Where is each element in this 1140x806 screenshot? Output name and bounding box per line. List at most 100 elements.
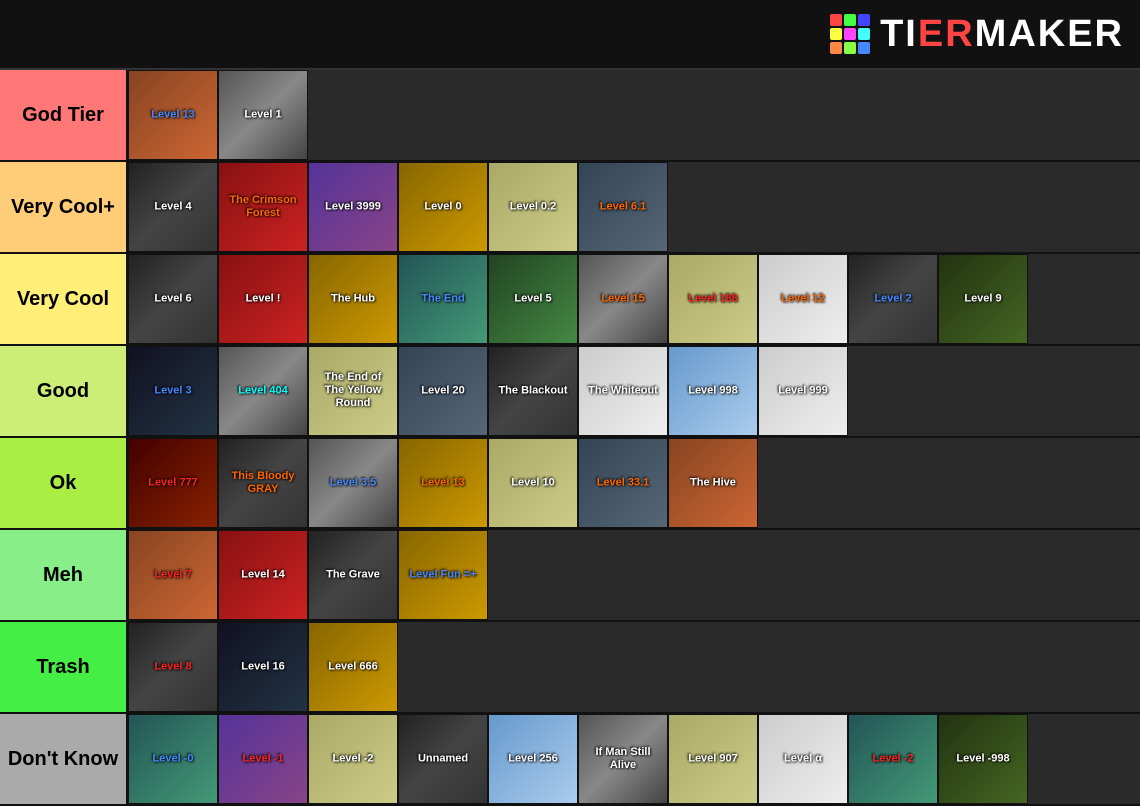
tier-item[interactable]: The Grave xyxy=(308,530,398,620)
tier-item-label: Unnamed xyxy=(403,752,482,765)
tier-item[interactable]: Level 5 xyxy=(488,254,578,344)
tier-item[interactable]: Level 8 xyxy=(128,622,218,712)
tier-item-bg: Level 3999 xyxy=(309,163,397,251)
tier-item[interactable]: Level 188 xyxy=(668,254,758,344)
tier-item[interactable]: Level 404 xyxy=(218,346,308,436)
tier-item-bg: Level 5 xyxy=(489,255,577,343)
tier-item[interactable]: This Bloody GRAY xyxy=(218,438,308,528)
tier-item[interactable]: Level 998 xyxy=(668,346,758,436)
tier-items-very-cool: Level 6Level !The HubThe EndLevel 5Level… xyxy=(126,254,1140,344)
header: TiERMAKER xyxy=(0,0,1140,70)
tier-item[interactable]: Level 7 xyxy=(128,530,218,620)
tier-item-label: Level 9 xyxy=(943,292,1022,305)
tier-items-dont-know: Level -0 Level -1 Level -2 Unnamed Level 256… xyxy=(126,714,1140,804)
tier-item-bg: Level 4 xyxy=(129,163,217,251)
logo-grid xyxy=(830,14,870,54)
tier-row-dont-know: Don't Know Level -0 Level -1 Level -2 Unname… xyxy=(0,714,1140,806)
tier-item-bg: Level 907 xyxy=(669,715,757,803)
tier-item-label: Level 16 xyxy=(223,660,302,673)
tier-item-label: Level 10 xyxy=(493,476,572,489)
tier-item-label: Level 188 xyxy=(673,292,752,305)
tier-items-very-cool-plus: Level 4The Crimson Forest Level 3999 Level… xyxy=(126,162,1140,252)
tier-item[interactable]: Level 999 xyxy=(758,346,848,436)
tier-item-label: The Whiteout xyxy=(583,384,662,397)
tier-row-very-cool: Very CoolLevel 6Level !The HubThe EndLev… xyxy=(0,254,1140,346)
tier-item-label: Level 6 xyxy=(133,292,212,305)
tier-item[interactable]: If Man Still Alive xyxy=(578,714,668,804)
tier-item[interactable]: Level -0 xyxy=(128,714,218,804)
tier-item-bg: The Hub xyxy=(309,255,397,343)
tier-item-label: Level 12 xyxy=(763,292,842,305)
tier-item[interactable]: Level 9 xyxy=(938,254,1028,344)
tier-item-bg: Level 404 xyxy=(219,347,307,435)
tier-item[interactable]: Level 777 xyxy=(128,438,218,528)
tier-item-bg: Level ! xyxy=(219,255,307,343)
tier-item-bg: Level 6.1 xyxy=(579,163,667,251)
tier-item-bg: Level 33.1 xyxy=(579,439,667,527)
tier-item[interactable]: Level 1 xyxy=(218,70,308,160)
tier-item-label: Level ! xyxy=(223,292,302,305)
tier-item[interactable]: Level 6.1 xyxy=(578,162,668,252)
tier-item[interactable]: The Whiteout xyxy=(578,346,668,436)
tier-item-label: Level 666 xyxy=(313,660,392,673)
tier-item-label: Level Fun =+ xyxy=(403,568,482,581)
tier-item[interactable]: The Hive xyxy=(668,438,758,528)
tier-item[interactable]: Level 3 xyxy=(128,346,218,436)
tier-row-good: GoodLevel 3Level 404The End of The Yello… xyxy=(0,346,1140,438)
tier-item[interactable]: Level 4 xyxy=(128,162,218,252)
tier-item-label: Level -0 xyxy=(133,752,212,765)
tier-item[interactable]: Level Fun =+ xyxy=(398,530,488,620)
tier-item[interactable]: Level 907 xyxy=(668,714,758,804)
tier-item[interactable]: Level 20 xyxy=(398,346,488,436)
tier-item[interactable]: The Blackout xyxy=(488,346,578,436)
tier-item-bg: The Blackout xyxy=(489,347,577,435)
tier-item[interactable]: Level 256 xyxy=(488,714,578,804)
tier-label: Don't Know xyxy=(0,714,126,804)
tier-item[interactable]: Level 6 xyxy=(128,254,218,344)
tier-item-bg: The Grave xyxy=(309,531,397,619)
tier-item[interactable]: Level -1 xyxy=(218,714,308,804)
tier-item[interactable]: Level 3999 xyxy=(308,162,398,252)
tier-item-label: Level 20 xyxy=(403,384,482,397)
tier-item[interactable]: Level -2 xyxy=(308,714,398,804)
tier-item[interactable]: The End xyxy=(398,254,488,344)
tier-item-label: Level α xyxy=(763,752,842,765)
tier-item[interactable]: Level 3.5 xyxy=(308,438,398,528)
tier-item[interactable]: Level 14 xyxy=(218,530,308,620)
tier-item-label: If Man Still Alive xyxy=(583,746,662,772)
tier-item[interactable]: Level 13 xyxy=(398,438,488,528)
tier-item[interactable]: Level -998 xyxy=(938,714,1028,804)
tier-item[interactable]: Level 33.1 xyxy=(578,438,668,528)
tier-item-label: Level 777 xyxy=(133,476,212,489)
tier-item[interactable]: Level 15 xyxy=(578,254,668,344)
tier-row-god: God TierLevel 13Level 1 xyxy=(0,70,1140,162)
tier-item[interactable]: Level α xyxy=(758,714,848,804)
tier-item[interactable]: Level 0 xyxy=(398,162,488,252)
tier-item[interactable]: Level 13 xyxy=(128,70,218,160)
tier-item[interactable]: Level 0.2 xyxy=(488,162,578,252)
tier-item-label: Level -2 xyxy=(313,752,392,765)
tier-item-label: Level 256 xyxy=(493,752,572,765)
tier-items-ok: Level 777This Bloody GRAYLevel 3.5Level … xyxy=(126,438,1140,528)
tier-item-label: Level 8 xyxy=(133,660,212,673)
tier-item-label: Level 14 xyxy=(223,568,302,581)
tier-label: Trash xyxy=(0,622,126,712)
tier-item[interactable]: Level 12 xyxy=(758,254,848,344)
tier-item[interactable]: The Crimson Forest xyxy=(218,162,308,252)
tier-item-label: Level 0 xyxy=(403,200,482,213)
tier-label: God Tier xyxy=(0,70,126,160)
tier-item[interactable]: Level 16 xyxy=(218,622,308,712)
tier-items-meh: Level 7 Level 14 The Grave Level Fun =+ xyxy=(126,530,1140,620)
tier-item-label: Level 3999 xyxy=(313,200,392,213)
tier-item[interactable]: The End of The Yellow Round xyxy=(308,346,398,436)
tier-item[interactable]: Level 666 xyxy=(308,622,398,712)
tier-item[interactable]: Level -2 xyxy=(848,714,938,804)
tier-item-bg: Level 999 xyxy=(759,347,847,435)
tier-item[interactable]: Level ! xyxy=(218,254,308,344)
tier-item[interactable]: Level 2 xyxy=(848,254,938,344)
tier-item[interactable]: Unnamed xyxy=(398,714,488,804)
tier-item-label: Level 3 xyxy=(133,384,212,397)
tier-item[interactable]: Level 10 xyxy=(488,438,578,528)
tier-item[interactable]: The Hub xyxy=(308,254,398,344)
tier-item-label: Level -998 xyxy=(943,752,1022,765)
